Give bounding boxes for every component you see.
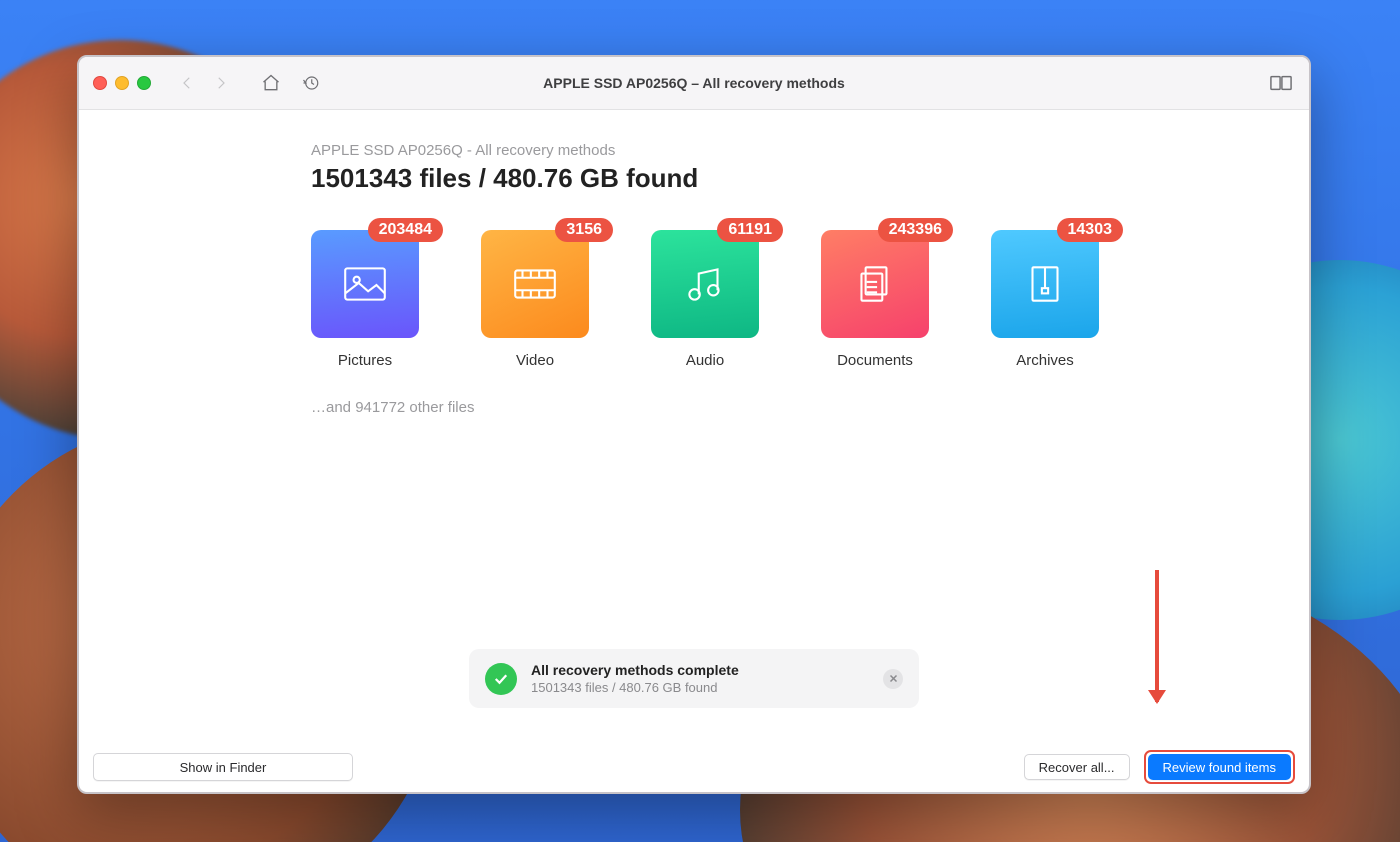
- status-banner: All recovery methods complete 1501343 fi…: [469, 649, 919, 708]
- window-controls: [93, 76, 151, 90]
- history-button[interactable]: [297, 69, 325, 97]
- other-files-note: …and 941772 other files: [311, 399, 1077, 416]
- recover-all-button[interactable]: Recover all...: [1024, 754, 1130, 780]
- show-in-finder-button[interactable]: Show in Finder: [93, 753, 353, 781]
- status-text: All recovery methods complete 1501343 fi…: [531, 662, 883, 695]
- home-button[interactable]: [257, 69, 285, 97]
- check-icon: [485, 663, 517, 695]
- scan-source-label: APPLE SSD AP0256Q - All recovery methods: [311, 142, 1077, 159]
- category-label: Documents: [837, 352, 913, 369]
- count-badge: 203484: [368, 218, 443, 242]
- category-audio[interactable]: 61191 Audio: [651, 230, 759, 369]
- review-found-items-button[interactable]: Review found items: [1148, 754, 1291, 780]
- dismiss-status-button[interactable]: [883, 669, 903, 689]
- results-headline: 1501343 files / 480.76 GB found: [311, 163, 1077, 194]
- app-window: APPLE SSD AP0256Q – All recovery methods…: [77, 55, 1311, 794]
- nav-arrows: [173, 69, 235, 97]
- count-badge: 243396: [878, 218, 953, 242]
- count-badge: 61191: [717, 218, 783, 242]
- category-label: Audio: [686, 352, 724, 369]
- category-archives[interactable]: 14303 Archives: [991, 230, 1099, 369]
- bottom-bar: Show in Finder Recover all... Review fou…: [79, 742, 1309, 792]
- back-button[interactable]: [173, 69, 201, 97]
- count-badge: 14303: [1057, 218, 1124, 242]
- status-title: All recovery methods complete: [531, 662, 883, 678]
- toolbar: APPLE SSD AP0256Q – All recovery methods: [79, 57, 1309, 110]
- category-label: Video: [516, 352, 554, 369]
- video-icon: [481, 230, 589, 338]
- category-video[interactable]: 3156 Video: [481, 230, 589, 369]
- zoom-window-button[interactable]: [137, 76, 151, 90]
- category-label: Archives: [1016, 352, 1074, 369]
- archives-icon: [991, 230, 1099, 338]
- category-documents[interactable]: 243396 Documents: [821, 230, 929, 369]
- status-subtitle: 1501343 files / 480.76 GB found: [531, 680, 883, 695]
- category-row: 203484 Pictures 3156 Video 61191 Audio: [311, 230, 1077, 369]
- count-badge: 3156: [555, 218, 613, 242]
- pictures-icon: [311, 230, 419, 338]
- annotation-arrow: [1155, 570, 1159, 702]
- forward-button[interactable]: [207, 69, 235, 97]
- audio-icon: [651, 230, 759, 338]
- category-pictures[interactable]: 203484 Pictures: [311, 230, 419, 369]
- category-label: Pictures: [338, 352, 392, 369]
- sidebar-toggle-button[interactable]: [1267, 69, 1295, 97]
- documents-icon: [821, 230, 929, 338]
- minimize-window-button[interactable]: [115, 76, 129, 90]
- close-window-button[interactable]: [93, 76, 107, 90]
- annotation-highlight: Review found items: [1144, 750, 1295, 784]
